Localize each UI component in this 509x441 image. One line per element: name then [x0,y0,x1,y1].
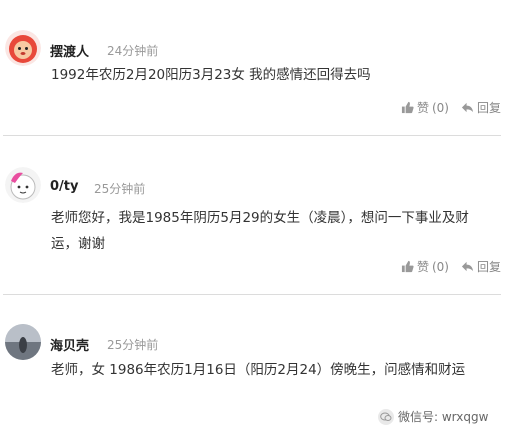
username[interactable]: 摆渡人 [50,41,89,60]
username[interactable]: 海贝壳 [50,335,89,354]
thumbs-up-icon [401,101,414,114]
avatar[interactable] [5,30,41,66]
wechat-icon [378,408,394,425]
watermark-text: 微信号: wrxqgw [398,410,489,424]
reply-icon [461,102,474,113]
timestamp: 24分钟前 [107,44,159,58]
like-button[interactable]: 赞 (0) [401,258,449,275]
timestamp: 25分钟前 [107,338,159,352]
like-label: 赞 [416,260,429,274]
thumbs-up-icon [401,260,414,273]
reply-button[interactable]: 回复 [461,258,501,275]
comment-item: 摆渡人 24分钟前 1992年农历2月20阳历3月23女 我的感情还回得去吗 赞… [0,0,509,135]
like-count: (0) [431,100,449,115]
divider [3,135,501,136]
comment-text: 老师，女 1986年农历1月16日（阳历2月24）傍晚生，问感情和财运 [51,362,466,378]
like-count: (0) [431,259,449,274]
divider [3,294,501,295]
reply-label: 回复 [476,260,501,274]
username[interactable]: 0/ty [50,179,78,194]
avatar[interactable] [5,167,41,203]
watermark: 微信号: wrxqgw [378,408,488,425]
comment-text-line: 运，谢谢 [51,236,105,252]
avatar[interactable] [5,324,41,360]
comment-actions: 赞 (0) 回复 [401,99,501,116]
reply-label: 回复 [476,101,501,115]
timestamp: 25分钟前 [94,182,146,196]
like-label: 赞 [416,101,429,115]
comment-text: 老师您好，我是1985年阴历5月29的女生（凌晨），想问一下事业及财 运，谢谢 [51,205,501,257]
reply-icon [461,261,474,272]
like-button[interactable]: 赞 (0) [401,99,449,116]
comment-item: 0/ty 25分钟前 老师您好，我是1985年阴历5月29的女生（凌晨），想问一… [0,137,509,294]
comment-text-line: 老师您好，我是1985年阴历5月29的女生（凌晨），想问一下事业及财 [51,210,469,226]
comment-text: 1992年农历2月20阳历3月23女 我的感情还回得去吗 [51,67,371,83]
comment-actions: 赞 (0) 回复 [401,258,501,275]
reply-button[interactable]: 回复 [461,99,501,116]
